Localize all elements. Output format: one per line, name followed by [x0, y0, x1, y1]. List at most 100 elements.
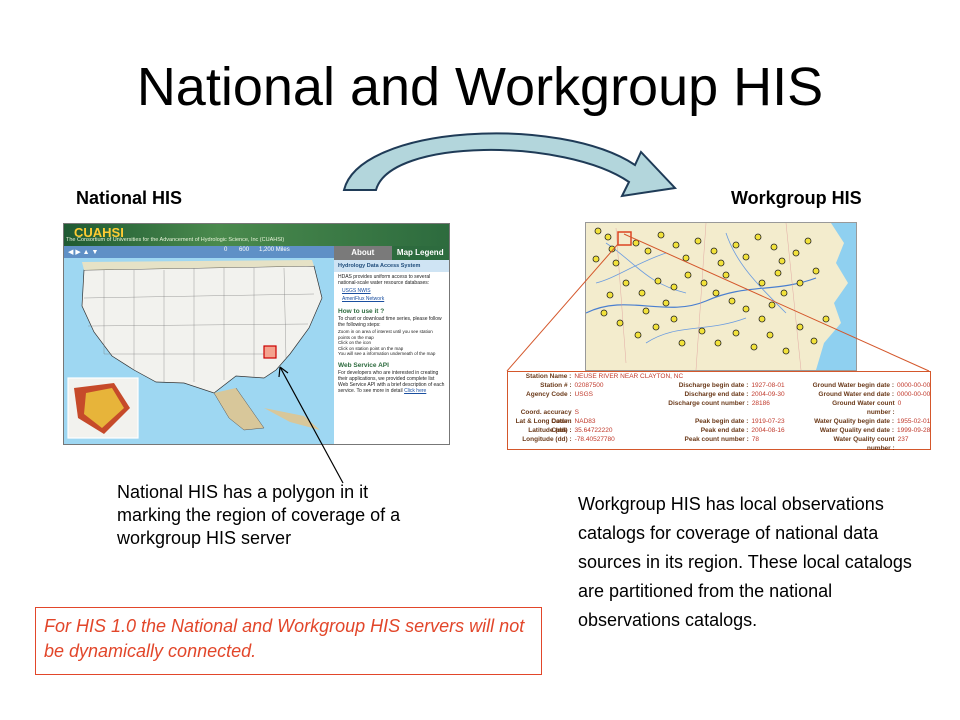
- station-marker-icon[interactable]: [657, 231, 665, 239]
- table-cell-value: USGS: [574, 391, 593, 398]
- table-cell-value: [750, 372, 809, 381]
- station-marker-icon[interactable]: [710, 247, 718, 255]
- workgroup-his-caption: Workgroup HIS has local observations cat…: [578, 494, 912, 630]
- station-marker-icon[interactable]: [796, 279, 804, 287]
- station-marker-icon[interactable]: [742, 253, 750, 261]
- table-cell-label: Latitude (dd) :: [528, 427, 572, 434]
- station-marker-icon[interactable]: [634, 331, 642, 339]
- table-row: Lat & Long Datum Code : NAD83 Peak begin d…: [508, 417, 931, 434]
- table-cell-label: [660, 372, 749, 381]
- station-marker-icon[interactable]: [750, 343, 758, 351]
- howto-intro: To chart or download time series, please…: [338, 316, 442, 328]
- table-cell-label: Peak begin date :: [694, 418, 749, 425]
- station-marker-icon[interactable]: [642, 307, 650, 315]
- national-his-screenshot: CUAHSI The Consortium of Universities fo…: [63, 223, 450, 445]
- station-marker-icon[interactable]: [662, 299, 670, 307]
- national-his-label: National HIS: [76, 188, 183, 208]
- station-marker-icon[interactable]: [810, 337, 818, 345]
- table-cell-value: 0000-00-00: [897, 391, 931, 398]
- station-marker-icon[interactable]: [672, 241, 680, 249]
- station-marker-icon[interactable]: [792, 249, 800, 257]
- station-marker-icon[interactable]: [684, 271, 692, 279]
- station-marker-icon[interactable]: [796, 323, 804, 331]
- station-marker-icon[interactable]: [638, 289, 646, 297]
- table-cell-label: Station Name :: [525, 373, 572, 380]
- station-marker-icon[interactable]: [712, 289, 720, 297]
- station-marker-icon[interactable]: [608, 245, 616, 253]
- station-marker-icon[interactable]: [728, 297, 736, 305]
- table-cell-label: Longitude (dd) :: [522, 436, 572, 443]
- station-marker-icon[interactable]: [766, 331, 774, 339]
- station-marker-icon[interactable]: [768, 301, 776, 309]
- station-marker-icon[interactable]: [700, 279, 708, 287]
- table-cell-value: [749, 408, 809, 417]
- station-marker-icon[interactable]: [604, 233, 612, 241]
- table-cell-label: [809, 372, 895, 381]
- curved-arrow-icon: [342, 132, 678, 198]
- zoom-tools-icon[interactable]: ◀ ▶ ▲ ▼: [68, 248, 98, 256]
- station-marker-icon[interactable]: [732, 329, 740, 337]
- table-cell-label: Water Quality count number :: [833, 436, 895, 452]
- station-marker-icon[interactable]: [632, 239, 640, 247]
- link-ameriflux[interactable]: AmeriFlux Network: [334, 294, 449, 304]
- info-panel: About Map Legend Hydrology Data Access S…: [334, 246, 449, 444]
- station-marker-icon[interactable]: [612, 259, 620, 267]
- station-marker-icon[interactable]: [782, 347, 790, 355]
- table-cell-label: Ground Water begin date :: [812, 382, 894, 389]
- station-marker-icon[interactable]: [682, 254, 690, 262]
- station-marker-icon[interactable]: [754, 233, 762, 241]
- station-marker-icon[interactable]: [742, 305, 750, 313]
- station-marker-icon[interactable]: [812, 267, 820, 275]
- station-marker-icon[interactable]: [606, 291, 614, 299]
- workgroup-his-label: Workgroup HIS: [731, 188, 862, 208]
- station-marker-icon[interactable]: [758, 279, 766, 287]
- table-cell-label: Coord. accuracy Code :: [520, 409, 572, 425]
- station-marker-icon[interactable]: [717, 259, 725, 267]
- station-marker-icon[interactable]: [594, 227, 602, 235]
- station-marker-icon[interactable]: [804, 237, 812, 245]
- station-marker-icon[interactable]: [770, 243, 778, 251]
- station-marker-icon[interactable]: [778, 257, 786, 265]
- table-cell-value: 0: [897, 400, 902, 407]
- station-marker-icon[interactable]: [670, 315, 678, 323]
- table-cell-label: Water Quality end date :: [819, 427, 894, 434]
- station-marker-icon[interactable]: [774, 269, 782, 277]
- us-map[interactable]: [64, 258, 334, 444]
- station-marker-icon[interactable]: [592, 255, 600, 263]
- station-marker-icon[interactable]: [600, 309, 608, 317]
- table-row: Station Name : NEUSE RIVER NEAR CLAYTON, …: [508, 372, 930, 381]
- table-cell-label: Lat & Long Datum Code :: [515, 418, 572, 434]
- table-cell-value: 1999-09-28: [897, 427, 931, 434]
- national-his-caption: National HIS has a polygon in it marking…: [117, 482, 401, 548]
- station-marker-icon[interactable]: [670, 283, 678, 291]
- table-row: Longitude (dd) : -78.40527780 Peak count n…: [508, 435, 930, 452]
- station-marker-icon[interactable]: [616, 319, 624, 327]
- station-marker-icon[interactable]: [644, 247, 652, 255]
- workgroup-his-map[interactable]: [585, 222, 857, 371]
- table-cell-label: Agency Code :: [526, 391, 572, 398]
- station-marker-icon[interactable]: [622, 279, 630, 287]
- station-marker-icon[interactable]: [722, 271, 730, 279]
- station-marker-icon[interactable]: [694, 237, 702, 245]
- table-cell-label: Peak end date :: [700, 427, 749, 434]
- station-marker-icon[interactable]: [732, 241, 740, 249]
- api-click-here-link[interactable]: Click here: [404, 388, 426, 394]
- station-marker-icon[interactable]: [714, 339, 722, 347]
- station-marker-icon[interactable]: [758, 315, 766, 323]
- station-marker-icon[interactable]: [822, 315, 830, 323]
- table-row: Discharge count number :28186 Ground Wate…: [508, 399, 930, 416]
- table-cell-label: Ground Water count number :: [832, 400, 895, 416]
- table-row: Agency Code : USGS Discharge end date :200…: [508, 390, 930, 399]
- table-cell-label: Station # :: [540, 382, 572, 389]
- station-marker-icon[interactable]: [780, 289, 788, 297]
- table-cell-value: NEUSE RIVER NEAR CLAYTON, NC: [574, 373, 684, 380]
- station-marker-icon[interactable]: [698, 327, 706, 335]
- station-marker-icon[interactable]: [654, 277, 662, 285]
- tab-map-legend[interactable]: Map Legend: [391, 246, 449, 260]
- station-marker-icon[interactable]: [652, 323, 660, 331]
- table-cell-label: Discharge end date :: [684, 391, 749, 398]
- tab-about[interactable]: About: [334, 246, 392, 260]
- table-row: Station # :02087500 Discharge begin date …: [508, 381, 930, 390]
- table-row: Latitude (dd) :35.64722220 Peak end date …: [508, 426, 930, 435]
- station-marker-icon[interactable]: [678, 339, 686, 347]
